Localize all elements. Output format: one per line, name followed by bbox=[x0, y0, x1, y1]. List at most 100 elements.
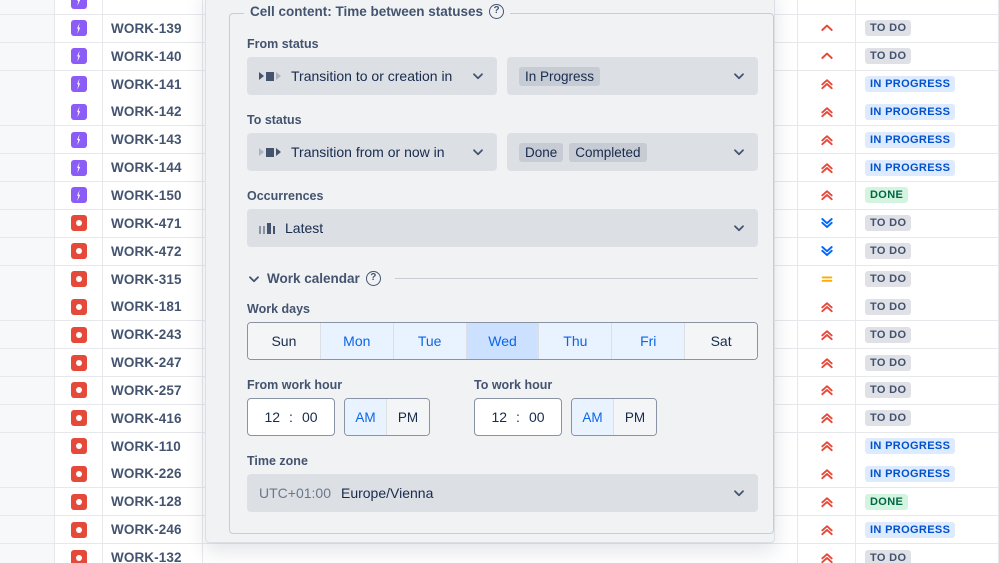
work-item-key-cell[interactable]: WORK-247 bbox=[103, 349, 203, 377]
row-select-cell[interactable] bbox=[0, 377, 55, 405]
from-meridiem-am[interactable]: AM bbox=[345, 399, 387, 435]
status-badge[interactable]: IN PROGRESS bbox=[865, 160, 955, 176]
status-badge[interactable]: TO DO bbox=[865, 48, 911, 64]
row-select-cell[interactable] bbox=[0, 238, 55, 266]
status-badge[interactable]: TO DO bbox=[865, 410, 911, 426]
status-cell[interactable]: DONE bbox=[856, 488, 999, 516]
row-select-cell[interactable] bbox=[0, 405, 55, 433]
status-cell[interactable]: TO DO bbox=[856, 377, 999, 405]
status-badge[interactable]: TO DO bbox=[865, 550, 911, 563]
to-status-mode-select[interactable]: Transition from or now in bbox=[247, 133, 497, 171]
work-calendar-section-header[interactable]: Work calendar ? bbox=[247, 271, 758, 286]
status-cell[interactable]: IN PROGRESS bbox=[856, 154, 999, 182]
work-item-key-cell[interactable]: WORK-243 bbox=[103, 321, 203, 349]
row-select-cell[interactable] bbox=[0, 98, 55, 126]
work-item-key-cell[interactable]: WORK-144 bbox=[103, 154, 203, 182]
status-cell[interactable]: IN PROGRESS bbox=[856, 71, 999, 99]
row-select-cell[interactable] bbox=[0, 544, 55, 563]
from-status-mode-select[interactable]: Transition to or creation in bbox=[247, 57, 497, 95]
status-chip[interactable]: In Progress bbox=[519, 67, 600, 86]
work-item-key-cell[interactable]: WORK-246 bbox=[103, 516, 203, 544]
status-badge[interactable]: TO DO bbox=[865, 215, 911, 231]
row-select-cell[interactable] bbox=[0, 71, 55, 99]
to-work-hour-input[interactable]: 12 : 00 bbox=[474, 398, 562, 436]
status-cell[interactable]: TO DO bbox=[856, 293, 999, 321]
to-status-values-select[interactable]: DoneCompleted bbox=[507, 133, 758, 171]
row-select-cell[interactable] bbox=[0, 460, 55, 488]
time-zone-select[interactable]: UTC+01:00 Europe/Vienna bbox=[247, 474, 758, 512]
to-meridiem-am[interactable]: AM bbox=[572, 399, 614, 435]
work-item-key-cell[interactable]: WORK-132 bbox=[103, 544, 203, 563]
work-item-key-cell[interactable]: WORK-315 bbox=[103, 266, 203, 294]
status-cell[interactable]: TO DO bbox=[856, 210, 999, 238]
to-meridiem-toggle[interactable]: AM PM bbox=[571, 398, 657, 436]
row-select-cell[interactable] bbox=[0, 43, 55, 71]
status-cell[interactable]: TO DO bbox=[856, 349, 999, 377]
work-item-key-cell[interactable]: WORK-139 bbox=[103, 15, 203, 43]
status-chip[interactable]: Done bbox=[519, 143, 563, 162]
status-badge[interactable]: TO DO bbox=[865, 382, 911, 398]
status-cell[interactable]: TO DO bbox=[856, 266, 999, 294]
status-cell[interactable]: IN PROGRESS bbox=[856, 460, 999, 488]
status-badge[interactable]: IN PROGRESS bbox=[865, 522, 955, 538]
status-cell[interactable]: TO DO bbox=[856, 544, 999, 563]
work-item-key-cell[interactable]: WORK-226 bbox=[103, 460, 203, 488]
work-day-wed[interactable]: Wed bbox=[467, 323, 540, 359]
status-cell[interactable]: IN PROGRESS bbox=[856, 126, 999, 154]
table-row[interactable]: WORK-132 TO DO bbox=[0, 544, 999, 563]
status-badge[interactable]: IN PROGRESS bbox=[865, 132, 955, 148]
status-cell[interactable]: TO DO bbox=[856, 15, 999, 43]
status-cell[interactable]: IN PROGRESS bbox=[856, 433, 999, 461]
from-status-values-select[interactable]: In Progress bbox=[507, 57, 758, 95]
status-cell[interactable]: TO DO bbox=[856, 238, 999, 266]
row-select-cell[interactable] bbox=[0, 349, 55, 377]
question-circle-icon[interactable]: ? bbox=[366, 271, 381, 286]
status-badge[interactable]: IN PROGRESS bbox=[865, 438, 955, 454]
row-select-cell[interactable] bbox=[0, 0, 55, 15]
status-badge[interactable]: TO DO bbox=[865, 271, 911, 287]
row-select-cell[interactable] bbox=[0, 488, 55, 516]
status-cell[interactable] bbox=[856, 0, 999, 15]
work-item-key-cell[interactable]: WORK-142 bbox=[103, 98, 203, 126]
status-badge[interactable]: IN PROGRESS bbox=[865, 76, 955, 92]
row-select-cell[interactable] bbox=[0, 516, 55, 544]
status-cell[interactable]: TO DO bbox=[856, 43, 999, 71]
work-item-key-cell[interactable]: WORK-257 bbox=[103, 377, 203, 405]
work-item-key-cell[interactable]: WORK-140 bbox=[103, 43, 203, 71]
row-select-cell[interactable] bbox=[0, 182, 55, 210]
work-item-key-cell[interactable]: WORK-143 bbox=[103, 126, 203, 154]
work-day-sat[interactable]: Sat bbox=[685, 323, 757, 359]
row-select-cell[interactable] bbox=[0, 126, 55, 154]
work-item-key-cell[interactable]: WORK-471 bbox=[103, 210, 203, 238]
work-day-tue[interactable]: Tue bbox=[394, 323, 467, 359]
work-item-key-cell[interactable]: WORK-110 bbox=[103, 433, 203, 461]
question-circle-icon[interactable]: ? bbox=[489, 4, 504, 19]
row-select-cell[interactable] bbox=[0, 154, 55, 182]
row-select-cell[interactable] bbox=[0, 433, 55, 461]
status-badge[interactable]: TO DO bbox=[865, 243, 911, 259]
status-badge[interactable]: TO DO bbox=[865, 355, 911, 371]
status-cell[interactable]: IN PROGRESS bbox=[856, 98, 999, 126]
chevron-down-icon[interactable] bbox=[247, 272, 261, 286]
from-meridiem-pm[interactable]: PM bbox=[387, 399, 429, 435]
status-badge[interactable]: IN PROGRESS bbox=[865, 104, 955, 120]
work-day-sun[interactable]: Sun bbox=[248, 323, 321, 359]
status-cell[interactable]: TO DO bbox=[856, 405, 999, 433]
to-meridiem-pm[interactable]: PM bbox=[614, 399, 656, 435]
work-day-mon[interactable]: Mon bbox=[321, 323, 394, 359]
status-badge[interactable]: DONE bbox=[865, 187, 908, 203]
work-item-key-cell[interactable]: WORK-472 bbox=[103, 238, 203, 266]
work-item-key-cell[interactable]: WORK-128 bbox=[103, 488, 203, 516]
status-badge[interactable]: DONE bbox=[865, 494, 908, 510]
status-badge[interactable]: IN PROGRESS bbox=[865, 466, 955, 482]
row-select-cell[interactable] bbox=[0, 293, 55, 321]
work-item-key-cell[interactable]: WORK-181 bbox=[103, 293, 203, 321]
occurrences-select[interactable]: Latest bbox=[247, 209, 758, 247]
work-days-group[interactable]: SunMonTueWedThuFriSat bbox=[247, 322, 758, 360]
work-item-key-cell[interactable] bbox=[103, 0, 203, 15]
status-badge[interactable]: TO DO bbox=[865, 20, 911, 36]
work-day-fri[interactable]: Fri bbox=[612, 323, 685, 359]
status-cell[interactable]: IN PROGRESS bbox=[856, 516, 999, 544]
row-select-cell[interactable] bbox=[0, 321, 55, 349]
work-item-key-cell[interactable]: WORK-150 bbox=[103, 182, 203, 210]
